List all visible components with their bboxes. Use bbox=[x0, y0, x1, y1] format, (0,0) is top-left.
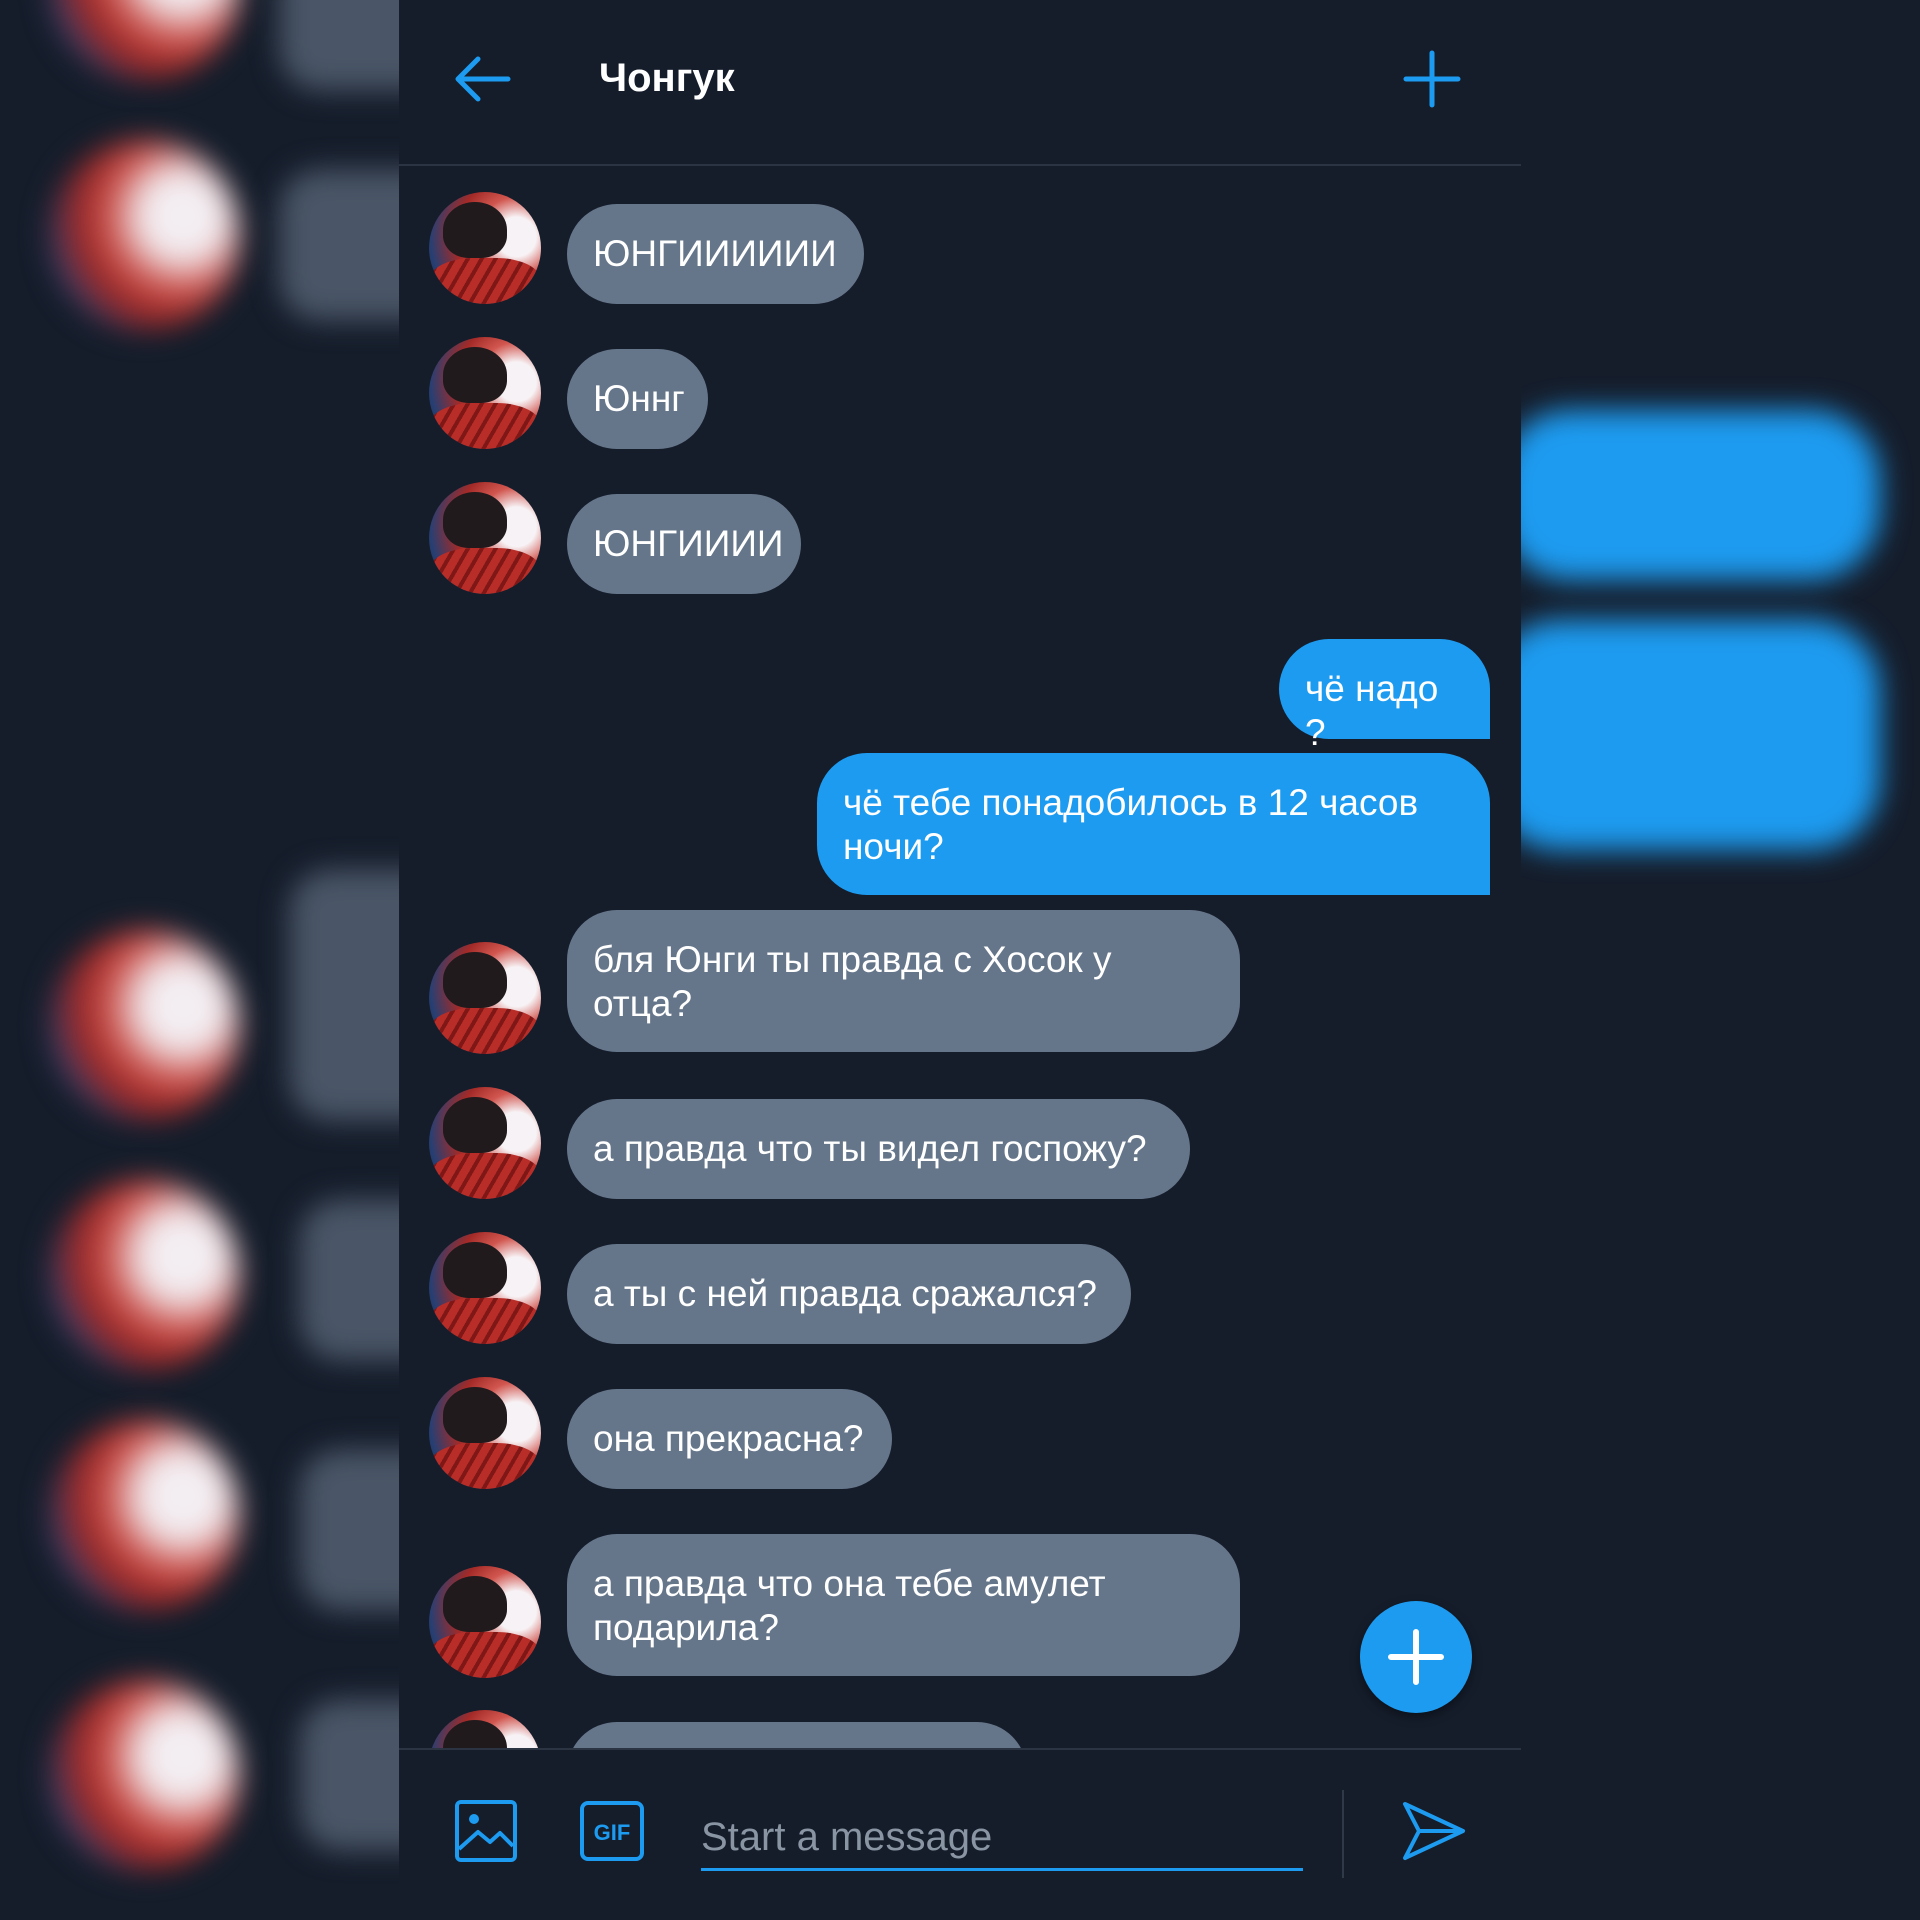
message-bubble[interactable]: Юннг bbox=[567, 349, 708, 449]
message-bubble[interactable]: а ты с ней правда сражался? bbox=[567, 1244, 1131, 1344]
message-input[interactable] bbox=[701, 1806, 1303, 1871]
message-bubble[interactable]: ЮНГИИИИ bbox=[567, 494, 801, 594]
avatar[interactable] bbox=[429, 1232, 541, 1344]
plus-icon bbox=[1403, 50, 1461, 108]
avatar[interactable] bbox=[429, 192, 541, 304]
message-bubble-sent[interactable]: чё надо ? bbox=[1279, 639, 1490, 753]
message-bubble[interactable]: а правда что она тебе амулет подарила? bbox=[567, 1534, 1240, 1676]
avatar[interactable] bbox=[429, 1377, 541, 1489]
image-button[interactable] bbox=[453, 1798, 519, 1864]
composer-divider bbox=[1342, 1790, 1344, 1878]
message-bubble[interactable]: а правда что ты видел госпожу? bbox=[567, 1099, 1190, 1199]
message-bubble[interactable]: ЮНГИИИИИИ bbox=[567, 204, 864, 304]
page-title: Чонгук bbox=[599, 56, 735, 100]
add-button[interactable] bbox=[1399, 46, 1465, 112]
chat-header: Чонгук bbox=[399, 0, 1521, 166]
message-list[interactable]: ЮНГИИИИИИ Юннг ЮНГИИИИ чё надо ? чё тебе… bbox=[399, 168, 1521, 1748]
arrow-left-icon bbox=[455, 56, 511, 102]
avatar[interactable] bbox=[429, 1710, 541, 1748]
compose-fab-button[interactable] bbox=[1360, 1601, 1472, 1713]
chat-screen: Чонгук ЮНГИИИИИИ Юннг ЮНГИИИИ чё надо ? … bbox=[399, 0, 1521, 1920]
message-bubble[interactable]: она прекрасна? bbox=[567, 1389, 892, 1489]
message-bubble[interactable]: бля Юнги ты правда с Хосок у отца? bbox=[567, 910, 1240, 1052]
gif-button[interactable]: GIF bbox=[579, 1800, 645, 1862]
message-bubble-sent[interactable]: чё тебе понадобилось в 12 часов ночи? bbox=[817, 753, 1490, 895]
avatar[interactable] bbox=[429, 1566, 541, 1678]
avatar[interactable] bbox=[429, 337, 541, 449]
send-icon bbox=[1403, 1802, 1465, 1860]
avatar[interactable] bbox=[429, 942, 541, 1054]
avatar[interactable] bbox=[429, 482, 541, 594]
avatar[interactable] bbox=[429, 1087, 541, 1199]
gif-icon: GIF bbox=[580, 1801, 644, 1861]
message-bubble-partial[interactable] bbox=[567, 1722, 1027, 1748]
image-icon bbox=[455, 1800, 517, 1862]
back-button[interactable] bbox=[449, 46, 515, 112]
send-button[interactable] bbox=[1399, 1796, 1469, 1866]
message-composer: GIF bbox=[399, 1748, 1521, 1920]
svg-text:GIF: GIF bbox=[594, 1820, 631, 1845]
plus-icon bbox=[1388, 1629, 1444, 1685]
